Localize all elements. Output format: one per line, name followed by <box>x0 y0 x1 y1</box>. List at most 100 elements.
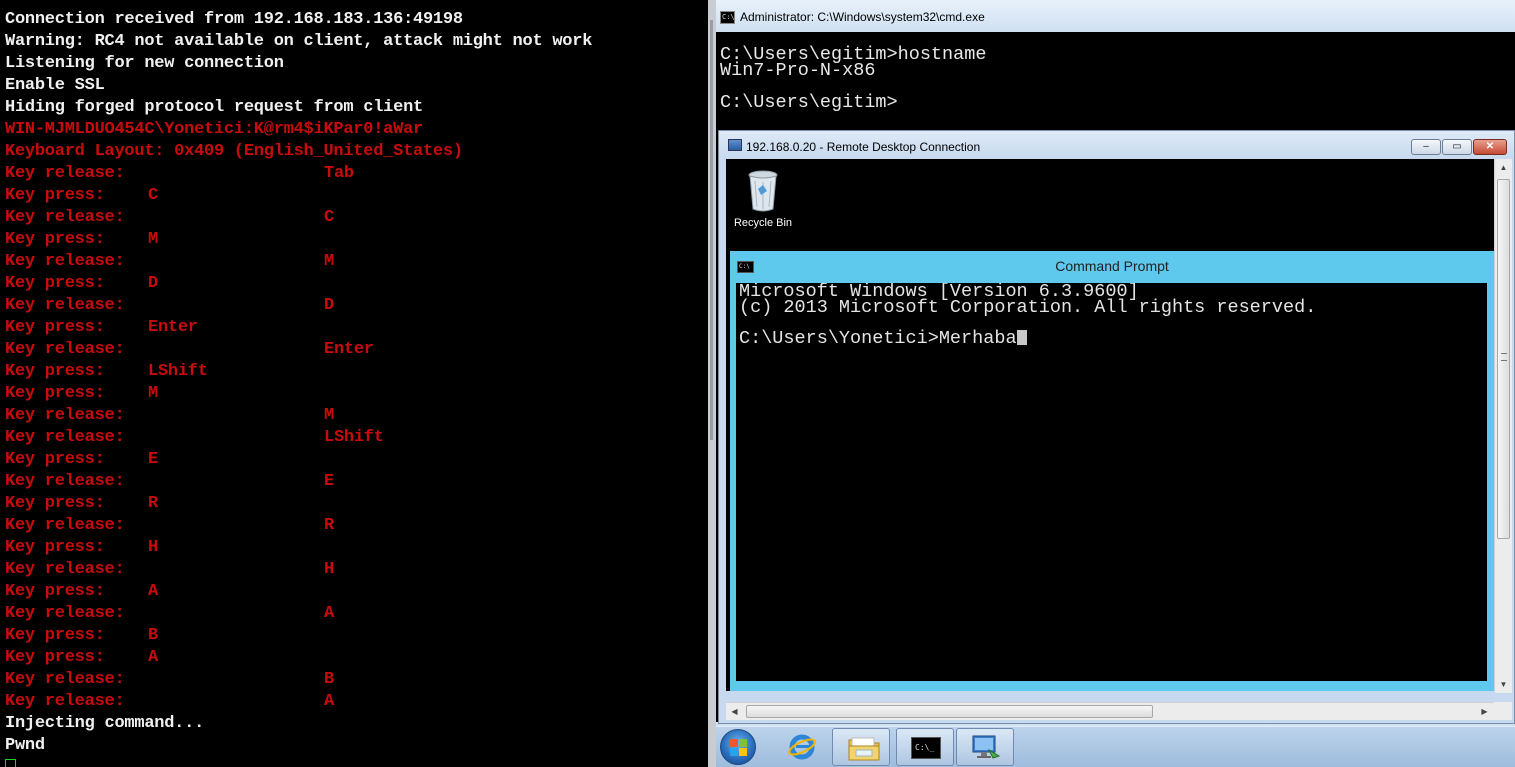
scroll-down-arrow-icon[interactable]: ▼ <box>1495 676 1512 693</box>
remote-desktop-icon <box>972 735 1001 759</box>
remote-desktop-icon <box>728 139 742 151</box>
attacker-terminal[interactable]: Connection received from 192.168.183.136… <box>0 0 708 767</box>
key-press-value: H <box>148 538 158 557</box>
terminal-line-text: Listening for new connection <box>5 54 284 73</box>
terminal-line: Key press: B <box>5 625 592 647</box>
terminal-line: Key press: LShift <box>5 361 592 383</box>
cmd-icon: C:\ <box>720 11 735 24</box>
key-event-label: Key press: <box>5 582 105 601</box>
key-press-value: A <box>148 582 158 601</box>
taskbar-internet-explorer[interactable] <box>772 728 830 766</box>
terminal-line: Key release: H <box>5 559 592 581</box>
key-press-value: A <box>148 648 158 667</box>
terminal-line: Key release: A <box>5 603 592 625</box>
key-event-label: Key release: <box>5 670 125 689</box>
recycle-bin[interactable]: Recycle Bin <box>732 165 794 235</box>
terminal-line: Key release: LShift <box>5 427 592 449</box>
key-release-value: H <box>324 560 334 579</box>
vertical-scrollbar[interactable]: ▲ ▼ <box>1494 159 1512 693</box>
remote-cmd-titlebar[interactable]: C:\ Command Prompt <box>730 251 1494 283</box>
key-event-label: Key release: <box>5 252 125 271</box>
key-release-value: R <box>324 516 334 535</box>
key-press-value: B <box>148 626 158 645</box>
admin-cmd-titlebar[interactable]: C:\ Administrator: C:\Windows\system32\c… <box>716 0 1515 32</box>
key-release-value: LShift <box>324 428 384 447</box>
key-event-label: Key release: <box>5 604 125 623</box>
scroll-left-arrow-icon[interactable]: ◀ <box>726 703 743 720</box>
terminal-line-text: Warning: RC4 not available on client, at… <box>5 32 593 51</box>
key-press-value: M <box>148 384 158 403</box>
console-line: Win7-Pro-N-x86 <box>720 60 876 81</box>
terminal-line-text: Hiding forged protocol request from clie… <box>5 98 423 117</box>
key-release-value: A <box>324 604 334 623</box>
remote-cmd-window[interactable]: C:\ Command Prompt Microsoft Windows [Ve… <box>730 251 1494 691</box>
taskbar-command-prompt[interactable]: C:\_ <box>896 728 954 766</box>
window-divider[interactable] <box>708 0 716 767</box>
terminal-line-text: Injecting command... <box>5 714 205 733</box>
scroll-right-arrow-icon[interactable]: ▶ <box>1476 703 1493 720</box>
scroll-grip <box>1501 353 1507 361</box>
vertical-scroll-thumb[interactable] <box>1497 179 1510 539</box>
console-line-text: C:\Users\Yonetici>Merhaba <box>739 328 1017 349</box>
terminal-line: Key press: A <box>5 647 592 669</box>
key-event-label: Key release: <box>5 296 125 315</box>
horizontal-scrollbar[interactable]: ◀ ▶ <box>726 702 1494 720</box>
terminal-cursor <box>5 759 16 767</box>
key-event-label: Key press: <box>5 538 105 557</box>
key-event-label: Key press: <box>5 648 105 667</box>
key-event-label: Key release: <box>5 516 125 535</box>
terminal-line: Key release: M <box>5 405 592 427</box>
close-button[interactable]: ✕ <box>1473 139 1507 155</box>
minimize-button[interactable]: – <box>1411 139 1441 155</box>
terminal-line-text: Enable SSL <box>5 76 105 95</box>
terminal-line: Key release: Enter <box>5 339 592 361</box>
horizontal-scroll-thumb[interactable] <box>746 705 1153 718</box>
key-event-label: Key release: <box>5 208 125 227</box>
start-button[interactable] <box>720 729 756 765</box>
terminal-line: Key release: C <box>5 207 592 229</box>
terminal-output: Connection received from 192.168.183.136… <box>5 9 592 757</box>
key-release-value: D <box>324 296 334 315</box>
terminal-line: Connection received from 192.168.183.136… <box>5 9 592 31</box>
rdp-titlebar[interactable]: 192.168.0.20 - Remote Desktop Connection… <box>719 131 1514 159</box>
key-event-label: Key release: <box>5 164 125 183</box>
rdp-title: 192.168.0.20 - Remote Desktop Connection <box>746 140 981 154</box>
key-event-label: Key press: <box>5 318 105 337</box>
taskbar-windows-explorer[interactable] <box>832 728 890 766</box>
terminal-line: Warning: RC4 not available on client, at… <box>5 31 592 53</box>
terminal-line-text: Connection received from 192.168.183.136… <box>5 10 463 29</box>
key-release-value: E <box>324 472 334 491</box>
terminal-line: Key press: M <box>5 383 592 405</box>
recycle-bin-label: Recycle Bin <box>733 217 793 229</box>
key-release-value: A <box>324 692 334 711</box>
key-event-label: Key release: <box>5 472 125 491</box>
scroll-corner <box>1494 702 1512 720</box>
scroll-up-arrow-icon[interactable]: ▲ <box>1495 159 1512 176</box>
remote-desktop-window[interactable]: 192.168.0.20 - Remote Desktop Connection… <box>718 130 1515 724</box>
key-release-value: B <box>324 670 334 689</box>
key-event-label: Key press: <box>5 450 105 469</box>
key-event-label: Key press: <box>5 186 105 205</box>
key-press-value: LShift <box>148 362 208 381</box>
terminal-line: Key release: E <box>5 471 592 493</box>
key-press-value: Enter <box>148 318 198 337</box>
terminal-line-text: WIN-MJMLDUO454C\Yonetici:K@rm4$iKPar0!aW… <box>5 120 423 139</box>
terminal-line: Key release: M <box>5 251 592 273</box>
remote-cmd-console[interactable]: Microsoft Windows [Version 6.3.9600] (c)… <box>736 283 1487 681</box>
key-event-label: Key press: <box>5 274 105 293</box>
terminal-line: WIN-MJMLDUO454C\Yonetici:K@rm4$iKPar0!aW… <box>5 119 592 141</box>
key-press-value: M <box>148 230 158 249</box>
console-line: C:\Users\egitim> <box>720 92 898 113</box>
key-event-label: Key release: <box>5 406 125 425</box>
text-cursor <box>1016 330 1027 345</box>
windows-logo-icon <box>730 739 747 756</box>
terminal-line: Pwnd <box>5 735 592 757</box>
terminal-line: Key press: R <box>5 493 592 515</box>
taskbar-remote-desktop[interactable] <box>956 728 1014 766</box>
remote-desktop[interactable]: Recycle Bin C:\ Command Prompt Microsoft… <box>726 159 1494 691</box>
console-line: (c) 2013 Microsoft Corporation. All righ… <box>739 297 1317 318</box>
terminal-line: Key press: Enter <box>5 317 592 339</box>
key-press-value: R <box>148 494 158 513</box>
maximize-button[interactable]: ▭ <box>1442 139 1472 155</box>
key-event-label: Key release: <box>5 340 125 359</box>
